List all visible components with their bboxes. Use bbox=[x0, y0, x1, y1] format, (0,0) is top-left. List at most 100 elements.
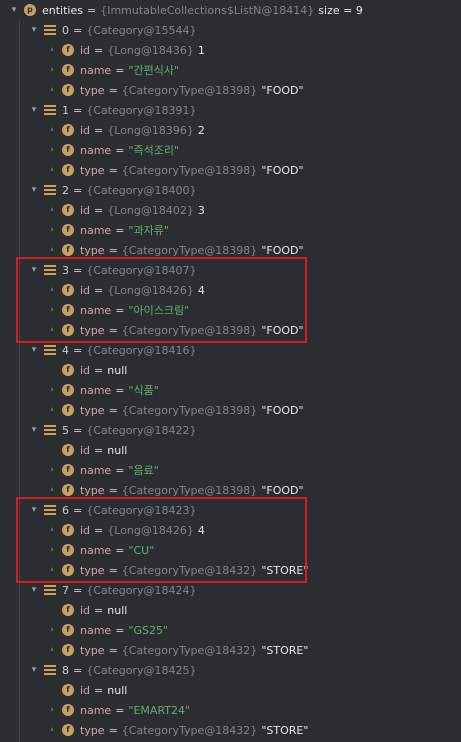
chevron-down-icon[interactable]: ▾ bbox=[28, 584, 40, 596]
field-name: id bbox=[80, 443, 91, 457]
equals-sign: = bbox=[94, 203, 104, 217]
equals-sign: = bbox=[108, 243, 118, 257]
chevron-right-icon[interactable]: › bbox=[46, 404, 58, 416]
equals-sign: = bbox=[115, 463, 125, 477]
field-row-type[interactable]: › f type = {CategoryType@18398} "FOOD" bbox=[0, 80, 461, 100]
chevron-right-icon[interactable]: › bbox=[46, 464, 58, 476]
field-value: "GS25" bbox=[128, 623, 169, 637]
equals-sign: = bbox=[108, 163, 118, 177]
field-row-id[interactable]: ›fid=null bbox=[0, 360, 461, 380]
field-row-name[interactable]: › f name = "EMART24" bbox=[0, 700, 461, 720]
list-element-icon bbox=[44, 185, 56, 195]
list-item-0[interactable]: ▾ 0 = {Category@15544} bbox=[0, 20, 461, 40]
equals-sign: = bbox=[73, 343, 83, 357]
chevron-right-icon[interactable]: › bbox=[46, 204, 58, 216]
chevron-down-icon[interactable]: ▾ bbox=[28, 184, 40, 196]
list-item-2[interactable]: ▾ 2 = {Category@18400} bbox=[0, 180, 461, 200]
list-element-icon bbox=[44, 105, 56, 115]
chevron-right-icon[interactable]: › bbox=[46, 144, 58, 156]
field-icon: f bbox=[62, 464, 74, 476]
equals-sign: = bbox=[94, 603, 104, 617]
chevron-down-icon[interactable]: ▾ bbox=[28, 24, 40, 36]
field-row-type[interactable]: › f type = {CategoryType@18398} "FOOD" bbox=[0, 160, 461, 180]
field-icon: f bbox=[62, 484, 74, 496]
object-reference: {CategoryType@18398} bbox=[121, 403, 258, 417]
list-item-4[interactable]: ▾ 4 = {Category@18416} bbox=[0, 340, 461, 360]
chevron-right-icon[interactable]: › bbox=[46, 624, 58, 636]
field-row-name[interactable]: › f name = "과자류" bbox=[0, 220, 461, 240]
field-value: "음료" bbox=[128, 464, 159, 477]
equals-sign: = bbox=[73, 583, 83, 597]
chevron-right-icon[interactable]: › bbox=[46, 484, 58, 496]
equals-sign: = bbox=[73, 23, 83, 37]
field-name: type bbox=[80, 163, 105, 177]
field-name: name bbox=[80, 223, 112, 237]
field-row-type[interactable]: › f type = {CategoryType@18432} "STORE" bbox=[0, 640, 461, 660]
field-icon: f bbox=[62, 684, 74, 696]
item-index: 1 bbox=[62, 103, 69, 117]
field-row-type[interactable]: › f type = {CategoryType@18398} "FOOD" bbox=[0, 400, 461, 420]
field-row-id[interactable]: ›fid=null bbox=[0, 680, 461, 700]
field-row-name[interactable]: › f name = "간편식사" bbox=[0, 60, 461, 80]
object-reference: {CategoryType@18398} bbox=[121, 243, 258, 257]
field-name: id bbox=[80, 203, 91, 217]
field-icon: f bbox=[62, 144, 74, 156]
field-row-name[interactable]: › f name = "음료" bbox=[0, 460, 461, 480]
field-value: "STORE" bbox=[261, 723, 309, 737]
field-row-id[interactable]: › f id = {Long@18436} 1 bbox=[0, 40, 461, 60]
field-row-id[interactable]: ›fid=null bbox=[0, 600, 461, 620]
field-value: 3 bbox=[197, 203, 205, 217]
field-icon: f bbox=[62, 84, 74, 96]
chevron-right-icon[interactable]: › bbox=[46, 124, 58, 136]
object-reference: {CategoryType@18432} bbox=[121, 723, 258, 737]
chevron-right-icon[interactable]: › bbox=[46, 704, 58, 716]
chevron-right-icon[interactable]: › bbox=[46, 84, 58, 96]
variable-row-root[interactable]: ▾ p entities = {ImmutableCollections$ListN@1… bbox=[0, 0, 461, 20]
chevron-right-icon[interactable]: › bbox=[46, 164, 58, 176]
field-name: name bbox=[80, 463, 112, 477]
field-row-name[interactable]: › f name = "GS25" bbox=[0, 620, 461, 640]
object-reference: {ImmutableCollections$ListN@18414} bbox=[100, 3, 315, 17]
chevron-right-icon[interactable]: › bbox=[46, 384, 58, 396]
collection-size: size = 9 bbox=[318, 3, 363, 17]
item-index: 5 bbox=[62, 423, 69, 437]
field-icon: f bbox=[62, 204, 74, 216]
chevron-right-icon[interactable]: › bbox=[46, 64, 58, 76]
object-reference: {Category@15544} bbox=[86, 23, 197, 37]
chevron-right-icon[interactable]: › bbox=[46, 724, 58, 736]
field-icon: f bbox=[62, 64, 74, 76]
chevron-down-icon[interactable]: ▾ bbox=[28, 344, 40, 356]
field-row-id[interactable]: › f id = {Long@18402} 3 bbox=[0, 200, 461, 220]
object-reference: {Category@18422} bbox=[86, 423, 197, 437]
field-value: "FOOD" bbox=[261, 243, 304, 257]
list-item-1[interactable]: ▾ 1 = {Category@18391} bbox=[0, 100, 461, 120]
chevron-right-icon[interactable]: › bbox=[46, 224, 58, 236]
chevron-down-icon[interactable]: ▾ bbox=[28, 424, 40, 436]
field-row-id[interactable]: ›fid=null bbox=[0, 440, 461, 460]
field-name: name bbox=[80, 143, 112, 157]
object-reference: {CategoryType@18432} bbox=[121, 643, 258, 657]
equals-sign: = bbox=[115, 143, 125, 157]
list-element-icon bbox=[44, 585, 56, 595]
chevron-right-icon[interactable]: › bbox=[46, 244, 58, 256]
chevron-down-icon[interactable]: ▾ bbox=[28, 664, 40, 676]
chevron-down-icon[interactable]: ▾ bbox=[8, 4, 20, 16]
field-row-name[interactable]: › f name = "식품" bbox=[0, 380, 461, 400]
field-value: "FOOD" bbox=[261, 83, 304, 97]
list-item-7[interactable]: ▾ 7 = {Category@18424} bbox=[0, 580, 461, 600]
field-name: id bbox=[80, 603, 91, 617]
field-row-type[interactable]: › f type = {CategoryType@18432} "STORE" bbox=[0, 720, 461, 740]
chevron-down-icon[interactable]: ▾ bbox=[28, 104, 40, 116]
field-row-name[interactable]: › f name = "즉석조리" bbox=[0, 140, 461, 160]
item-index: 4 bbox=[62, 343, 69, 357]
object-reference: {Category@18424} bbox=[86, 583, 197, 597]
chevron-right-icon[interactable]: › bbox=[46, 644, 58, 656]
field-icon: f bbox=[62, 164, 74, 176]
chevron-right-icon[interactable]: › bbox=[46, 44, 58, 56]
highlight-box-item-6 bbox=[16, 497, 307, 583]
list-item-5[interactable]: ▾ 5 = {Category@18422} bbox=[0, 420, 461, 440]
list-item-8[interactable]: ▾ 8 = {Category@18425} bbox=[0, 660, 461, 680]
field-name: type bbox=[80, 83, 105, 97]
field-row-id[interactable]: › f id = {Long@18396} 2 bbox=[0, 120, 461, 140]
field-value: "FOOD" bbox=[261, 163, 304, 177]
